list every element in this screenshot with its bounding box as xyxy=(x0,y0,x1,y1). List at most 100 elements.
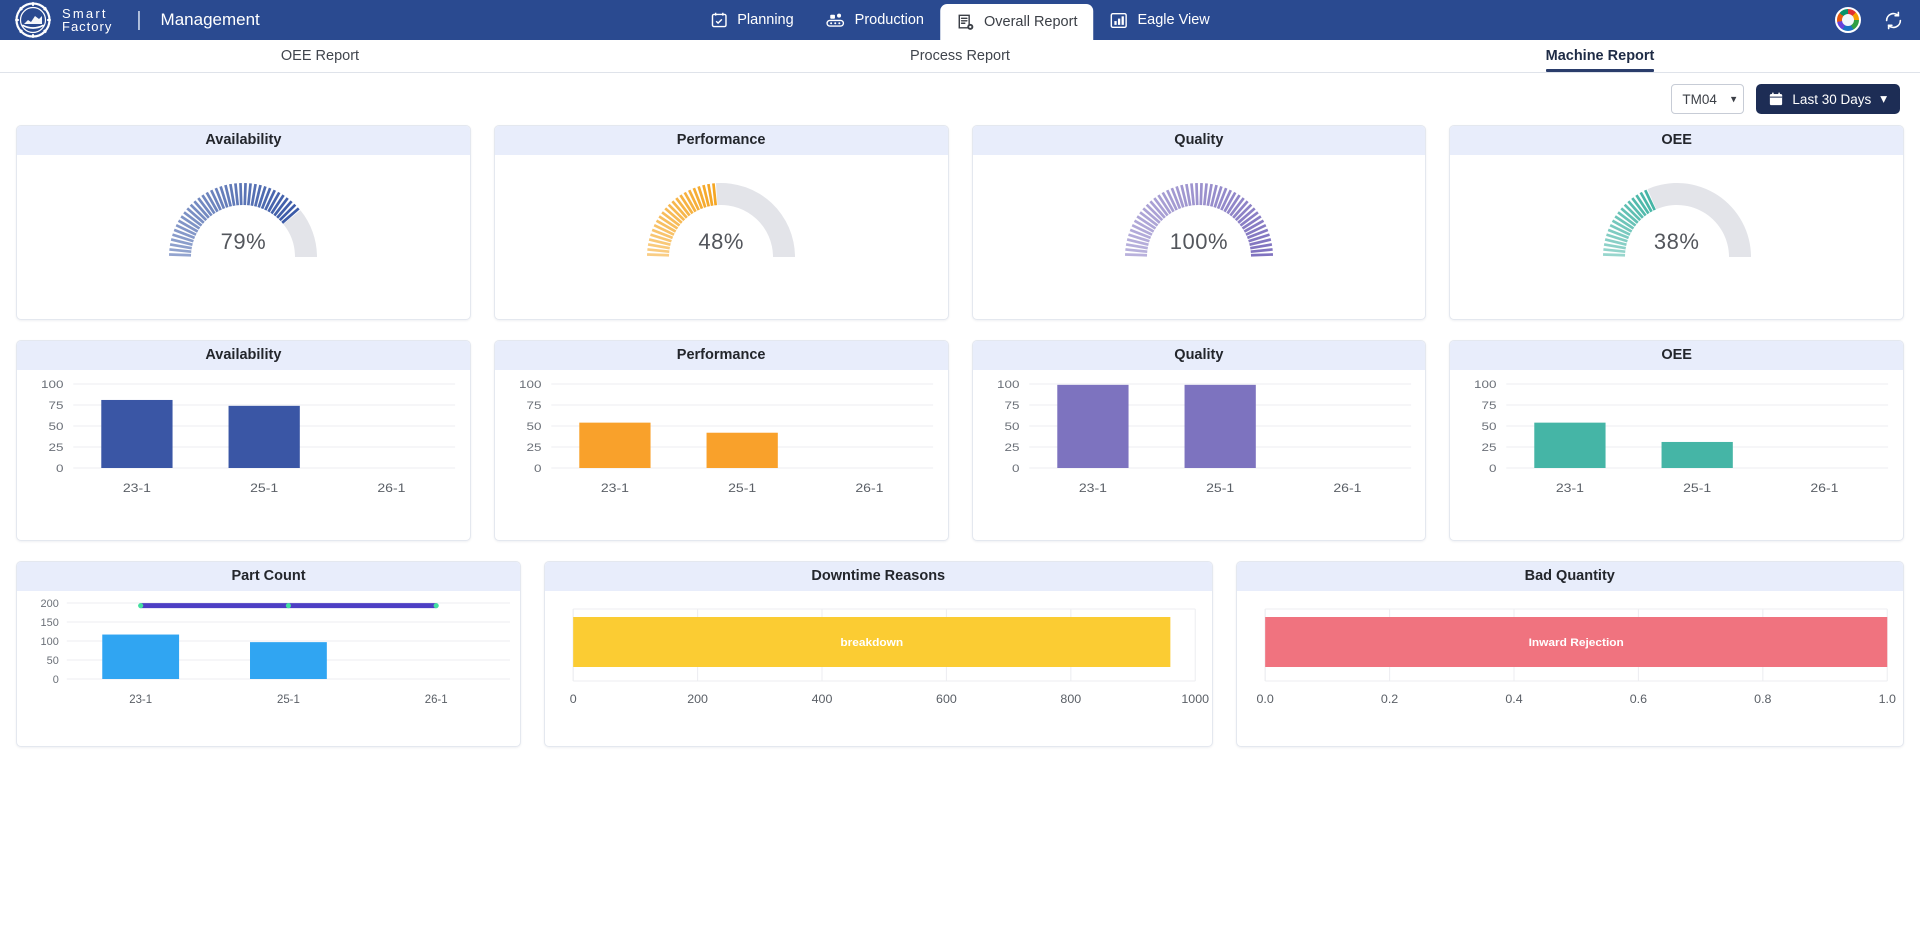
chart-part-count[interactable]: 0 50 100 150 200 23-1 25-1 26-1 xyxy=(17,591,520,746)
machine-select[interactable]: TM04 xyxy=(1671,84,1745,114)
card-title: Quality xyxy=(972,126,1426,155)
bar-card-availability: Availability 0 25 50 75 100 23-1 25-1 26-1 xyxy=(16,340,471,541)
brand-name: Smart Factory xyxy=(62,7,112,33)
svg-text:0: 0 xyxy=(1012,462,1020,475)
svg-text:100: 100 xyxy=(41,378,64,391)
card-part-count: Part Count 0 50 100 150 200 23-1 25-1 26-1 xyxy=(16,561,521,747)
svg-text:50: 50 xyxy=(1004,420,1019,433)
tab-oee-report[interactable]: OEE Report xyxy=(0,40,640,72)
svg-text:75: 75 xyxy=(1004,399,1019,412)
calendar-check-icon xyxy=(710,11,728,29)
machine-select-wrapper: TM04 ▾ xyxy=(1671,84,1745,114)
svg-text:26-1: 26-1 xyxy=(1333,481,1361,494)
bar-card-quality: Quality 0 25 50 75 100 23-1 25-1 26-1 xyxy=(971,340,1427,541)
svg-text:23-1: 23-1 xyxy=(1078,481,1106,494)
svg-text:0.2: 0.2 xyxy=(1380,692,1398,705)
card-title: Availability xyxy=(17,341,470,370)
svg-text:150: 150 xyxy=(41,617,59,629)
nav-item-planning[interactable]: Planning xyxy=(694,0,809,40)
svg-text:75: 75 xyxy=(526,399,541,412)
gauge-value-performance: 48% xyxy=(698,229,744,254)
svg-text:0.4: 0.4 xyxy=(1505,692,1523,705)
card-title: Part Count xyxy=(17,562,520,591)
svg-text:75: 75 xyxy=(49,399,64,412)
avatar[interactable] xyxy=(1835,7,1861,33)
nav-label-overall-report: Overall Report xyxy=(984,14,1078,30)
svg-text:25-1: 25-1 xyxy=(1206,481,1234,494)
svg-text:23-1: 23-1 xyxy=(129,694,152,706)
card-title: Bad Quantity xyxy=(1236,562,1903,591)
dashboard-content: Availability 79% Performance 48% Quality xyxy=(0,125,1920,747)
chart-oee[interactable]: 0 25 50 75 100 23-1 25-1 26-1 xyxy=(1450,370,1903,540)
calendar-icon xyxy=(1769,92,1783,106)
bar-chart-row: Availability 0 25 50 75 100 23-1 25-1 26-1 Perf… xyxy=(16,340,1904,541)
svg-text:0.0: 0.0 xyxy=(1256,692,1274,705)
chart-quality[interactable]: 0 25 50 75 100 23-1 25-1 26-1 xyxy=(973,370,1426,540)
svg-text:25-1: 25-1 xyxy=(277,694,300,706)
svg-text:26-1: 26-1 xyxy=(425,694,448,706)
app-header: Smart Factory | Management Planning Prod… xyxy=(0,0,1920,40)
card-title: Quality xyxy=(972,341,1426,370)
conveyor-icon xyxy=(826,11,846,29)
svg-text:1.0: 1.0 xyxy=(1878,692,1896,705)
bar-card-oee: OEE 0 25 50 75 100 23-1 25-1 26-1 xyxy=(1449,340,1904,541)
gauge-card-availability: Availability 79% xyxy=(16,125,471,320)
svg-text:25: 25 xyxy=(1004,441,1019,454)
app-title: Management xyxy=(160,10,260,29)
tab-process-report[interactable]: Process Report xyxy=(640,40,1280,72)
svg-text:400: 400 xyxy=(812,692,833,705)
nav-label-planning: Planning xyxy=(737,12,794,28)
tab-machine-report[interactable]: Machine Report xyxy=(1280,40,1920,72)
card-downtime-reasons: Downtime Reasons 0 200 400 600 800 1000 breakd… xyxy=(544,561,1213,747)
sync-refresh-icon[interactable] xyxy=(1883,10,1904,31)
svg-text:200: 200 xyxy=(687,692,708,705)
svg-text:0: 0 xyxy=(1489,462,1497,475)
svg-text:800: 800 xyxy=(1060,692,1081,705)
chart-downtime-reasons[interactable]: 0 200 400 600 800 1000 breakdown xyxy=(545,591,1212,746)
gauge-value-availability: 79% xyxy=(220,229,267,254)
svg-text:100: 100 xyxy=(1474,378,1497,391)
card-title: Performance xyxy=(494,341,948,370)
svg-text:25-1: 25-1 xyxy=(728,481,756,494)
gauge-value-quality: 100% xyxy=(1169,229,1229,254)
nav-item-overall-report[interactable]: Overall Report xyxy=(940,4,1094,40)
svg-text:50: 50 xyxy=(47,655,59,667)
svg-text:50: 50 xyxy=(49,420,64,433)
svg-text:0.8: 0.8 xyxy=(1754,692,1772,705)
chart-performance[interactable]: 0 25 50 75 100 23-1 25-1 26-1 xyxy=(495,370,948,540)
svg-text:26-1: 26-1 xyxy=(377,481,405,494)
chart-availability[interactable]: 0 25 50 75 100 23-1 25-1 26-1 xyxy=(17,370,470,540)
nav-item-eagle-view[interactable]: Eagle View xyxy=(1093,0,1225,40)
svg-text:26-1: 26-1 xyxy=(1811,481,1839,494)
tab-label-machine-report: Machine Report xyxy=(1545,48,1655,64)
svg-text:25-1: 25-1 xyxy=(250,481,278,494)
bar-chart-icon xyxy=(1109,11,1128,30)
tab-label-process-report: Process Report xyxy=(910,48,1010,64)
chart-bad-quantity[interactable]: 0.0 0.2 0.4 0.6 0.8 1.0 Inward Rejection xyxy=(1237,591,1904,746)
svg-text:0.6: 0.6 xyxy=(1629,692,1647,705)
svg-text:25-1: 25-1 xyxy=(1683,481,1711,494)
gauge-row: Availability 79% Performance 48% Quality xyxy=(16,125,1904,320)
card-title: OEE xyxy=(1450,341,1903,370)
card-bad-quantity: Bad Quantity 0.0 0.2 0.4 0.6 0.8 1.0 Inward Re… xyxy=(1235,561,1904,747)
svg-text:0: 0 xyxy=(56,462,64,475)
gauge-body: 100% xyxy=(973,155,1426,319)
brand: Smart Factory | Management xyxy=(0,1,260,39)
date-range-button[interactable]: Last 30 Days ▾ xyxy=(1756,84,1900,114)
nav-item-production[interactable]: Production xyxy=(810,0,940,40)
bar-value-label: Inward Rejection xyxy=(1528,637,1623,649)
bar-value-label: breakdown xyxy=(840,637,903,649)
bar-card-performance: Performance 0 25 50 75 100 23-1 25-1 26-1 xyxy=(493,340,949,541)
header-actions xyxy=(1835,0,1904,40)
report-gear-icon xyxy=(956,13,975,32)
svg-text:100: 100 xyxy=(41,636,59,648)
detail-chart-row: Part Count 0 50 100 150 200 23-1 25-1 26-1 Down… xyxy=(16,561,1904,747)
svg-text:100: 100 xyxy=(997,378,1020,391)
svg-text:23-1: 23-1 xyxy=(1556,481,1584,494)
svg-text:0: 0 xyxy=(53,674,59,686)
svg-text:25: 25 xyxy=(49,441,64,454)
card-title: Performance xyxy=(494,126,948,155)
filter-toolbar: TM04 ▾ Last 30 Days ▾ xyxy=(0,73,1920,125)
brand-divider: | xyxy=(136,8,142,31)
svg-text:23-1: 23-1 xyxy=(123,481,151,494)
